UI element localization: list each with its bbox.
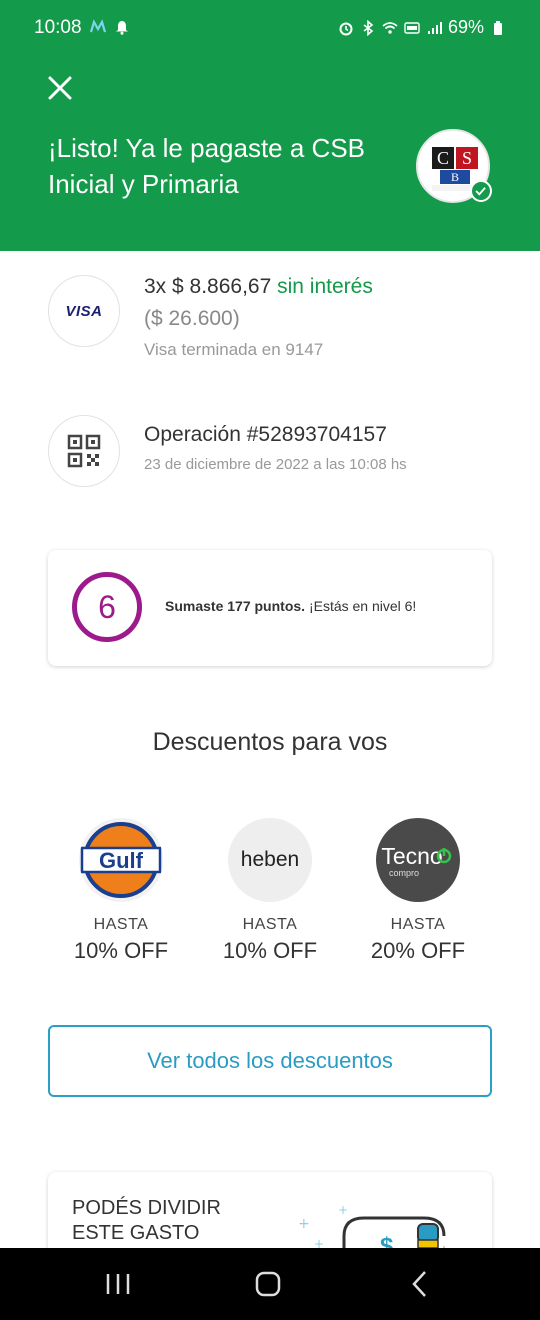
alarm-icon bbox=[339, 22, 353, 35]
level-badge: 6 bbox=[72, 572, 142, 642]
system-nav-bar bbox=[0, 1248, 540, 1320]
discount-item[interactable]: heben HASTA 10% OFF bbox=[195, 818, 345, 964]
home-button[interactable] bbox=[248, 1268, 288, 1300]
card-description: Visa terminada en 9147 bbox=[144, 340, 324, 359]
discount-value: 10% OFF bbox=[73, 938, 169, 963]
discount-upto: HASTA bbox=[242, 916, 298, 933]
svg-text:Tecno: Tecno bbox=[381, 843, 442, 869]
heben-logo: heben bbox=[228, 818, 312, 902]
gulf-logo: Gulf bbox=[79, 818, 163, 902]
discount-upto: HASTA bbox=[93, 916, 149, 933]
loyalty-points-card[interactable]: 6 Sumaste 177 puntos. ¡Estás en nivel 6! bbox=[48, 550, 492, 666]
discount-value: 10% OFF bbox=[222, 938, 318, 963]
qr-code-icon bbox=[48, 415, 120, 487]
status-bar: 10:08 69% bbox=[0, 0, 540, 46]
verified-check-icon bbox=[470, 180, 492, 202]
success-header: ¡Listo! Ya le pagaste a CSB Inicial y Pr… bbox=[0, 46, 540, 251]
back-button[interactable] bbox=[400, 1268, 440, 1300]
tecno-compro-logo: Tecno compro bbox=[376, 818, 460, 902]
interest-label: sin interés bbox=[277, 275, 373, 298]
svg-text:+: + bbox=[338, 1206, 348, 1217]
volte-4g-icon bbox=[404, 21, 420, 34]
view-all-discounts-button[interactable]: Ver todos los descuentos bbox=[48, 1025, 492, 1097]
battery-icon bbox=[494, 20, 502, 35]
split-expense-title: PODÉS DIVIDIR ESTE GASTO bbox=[72, 1197, 221, 1244]
app-notification-icon bbox=[90, 19, 106, 33]
page-title: ¡Listo! Ya le pagaste a CSB Inicial y Pr… bbox=[48, 133, 366, 199]
discount-upto: HASTA bbox=[390, 916, 446, 933]
operation-number: Operación #52893704157 bbox=[144, 423, 387, 446]
svg-text:compro: compro bbox=[389, 868, 419, 878]
svg-text:B: B bbox=[451, 170, 459, 184]
status-time: 10:08 bbox=[34, 17, 82, 38]
discount-item[interactable]: Gulf HASTA 10% OFF bbox=[46, 818, 196, 964]
installments-amount: 3x $ 8.866,67 sin interés bbox=[144, 275, 373, 299]
visa-card-icon: VISA bbox=[48, 275, 120, 347]
bell-icon bbox=[116, 21, 128, 35]
heben-brand: heben bbox=[240, 848, 300, 871]
wifi-icon bbox=[382, 21, 398, 34]
discounts-title: Descuentos para vos bbox=[152, 728, 388, 756]
recent-apps-button[interactable] bbox=[98, 1268, 138, 1300]
close-button[interactable] bbox=[44, 72, 76, 104]
signal-icon bbox=[427, 21, 442, 34]
card-brand: VISA bbox=[65, 302, 103, 320]
svg-text:+: + bbox=[298, 1216, 310, 1232]
svg-text:C: C bbox=[437, 148, 449, 168]
points-message: Sumaste 177 puntos. ¡Estás en nivel 6! bbox=[165, 598, 416, 614]
discount-value: 20% OFF bbox=[370, 938, 466, 963]
installments-value: 3x $ 8.866,67 bbox=[144, 275, 272, 298]
points-earned: Sumaste 177 puntos. bbox=[165, 598, 306, 614]
bluetooth-icon bbox=[363, 19, 374, 36]
operation-date: 23 de diciembre de 2022 a las 10:08 hs bbox=[144, 456, 407, 473]
points-level-text: ¡Estás en nivel 6! bbox=[308, 598, 417, 614]
discount-item[interactable]: Tecno compro HASTA 20% OFF bbox=[343, 818, 493, 964]
svg-text:Gulf: Gulf bbox=[99, 848, 144, 873]
svg-text:S: S bbox=[462, 148, 472, 168]
battery-percent: 69% bbox=[447, 17, 484, 37]
total-amount: ($ 26.600) bbox=[144, 307, 240, 330]
